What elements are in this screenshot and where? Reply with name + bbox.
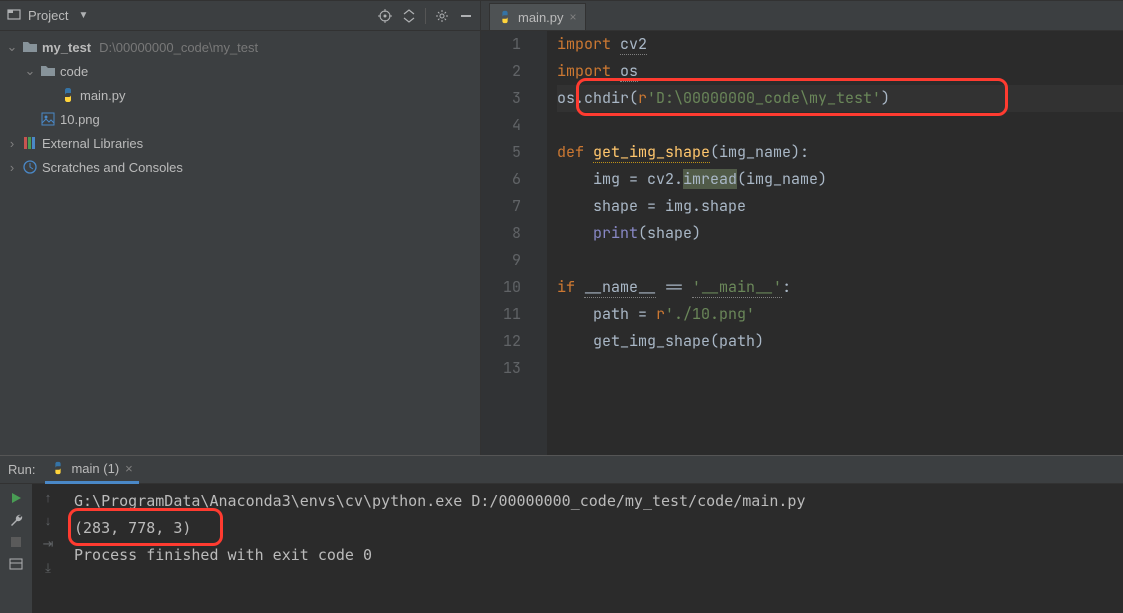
chevron-down-icon: ⌄: [24, 63, 36, 79]
arrow-down-icon[interactable]: ↓: [45, 513, 52, 528]
tab-label: main.py: [518, 10, 564, 25]
wrench-icon[interactable]: [8, 512, 24, 528]
python-file-icon: [51, 461, 65, 475]
tree-scratches[interactable]: › Scratches and Consoles: [0, 155, 480, 179]
rerun-icon[interactable]: [8, 490, 24, 506]
image-file-icon: [40, 111, 56, 127]
project-tree[interactable]: ⌄ my_test D:\00000000_code\my_test ⌄ cod…: [0, 31, 480, 455]
run-nav-column: ↑ ↓ ⇥ ⤓: [32, 484, 64, 613]
hide-icon[interactable]: [458, 8, 474, 24]
tree-root-path: D:\00000000_code\my_test: [99, 40, 258, 55]
project-header: Project ▼: [0, 1, 480, 31]
tree-root-label: my_test: [42, 40, 91, 55]
tree-root[interactable]: ⌄ my_test D:\00000000_code\my_test: [0, 35, 480, 59]
console-line: G:\ProgramData\Anaconda3\envs\cv\python.…: [74, 488, 1113, 515]
folder-icon: [22, 39, 38, 55]
chevron-down-icon: ▼: [78, 10, 88, 21]
arrow-up-icon[interactable]: ↑: [45, 490, 52, 505]
console-output[interactable]: G:\ProgramData\Anaconda3\envs\cv\python.…: [64, 484, 1123, 613]
folder-label: code: [60, 64, 88, 79]
close-icon[interactable]: ×: [570, 10, 577, 24]
file-label: main.py: [80, 88, 126, 103]
code-editor[interactable]: 1 2 3 4 5 6 7 8 9 10 11 12 13 import cv2…: [481, 31, 1123, 455]
run-tab[interactable]: main (1) ×: [45, 456, 138, 484]
chevron-right-icon: ›: [6, 160, 18, 175]
soft-wrap-icon[interactable]: ⇥: [43, 536, 54, 552]
tree-file-png[interactable]: 10.png: [0, 107, 480, 131]
run-title: Run:: [8, 462, 35, 477]
project-title-dropdown[interactable]: Project ▼: [6, 6, 377, 25]
line-gutter: 1 2 3 4 5 6 7 8 9 10 11 12 13: [481, 31, 531, 455]
run-tool-window: Run: main (1) × ↑ ↓ ⇥ ⤓ G:\ProgramData\A…: [0, 455, 1123, 613]
editor-tab-bar: main.py ×: [481, 1, 1123, 31]
file-label: 10.png: [60, 112, 100, 127]
tree-external-libraries[interactable]: › External Libraries: [0, 131, 480, 155]
run-tab-label: main (1): [71, 461, 119, 476]
scratches-label: Scratches and Consoles: [42, 160, 183, 175]
python-file-icon: [60, 87, 76, 103]
code-content[interactable]: import cv2 import os os.chdir(r'D:\00000…: [547, 31, 1123, 455]
tree-folder-code[interactable]: ⌄ code: [0, 59, 480, 83]
gear-icon[interactable]: [434, 8, 450, 24]
ext-libs-label: External Libraries: [42, 136, 143, 151]
console-line: Process finished with exit code 0: [74, 542, 1113, 569]
scratches-icon: [22, 159, 38, 175]
run-toolbar: [0, 484, 32, 613]
run-header: Run: main (1) ×: [0, 456, 1123, 484]
folder-icon: [40, 63, 56, 79]
separator: [425, 8, 426, 24]
project-label: Project: [28, 8, 68, 23]
project-tool-window: Project ▼ ⌄ my_test D:\00000000_code\my_…: [0, 1, 481, 455]
project-icon: [6, 6, 22, 25]
editor-area: main.py × 1 2 3 4 5 6 7 8 9 10 11 12 13: [481, 1, 1123, 455]
tree-file-main[interactable]: main.py: [0, 83, 480, 107]
close-icon[interactable]: ×: [125, 461, 133, 476]
console-line: (283, 778, 3): [74, 515, 1113, 542]
editor-tab-main[interactable]: main.py ×: [489, 3, 586, 30]
stop-icon[interactable]: [8, 534, 24, 550]
python-file-icon: [498, 10, 512, 24]
scroll-to-end-icon[interactable]: ⤓: [45, 560, 51, 576]
fold-strip: [531, 31, 547, 455]
libraries-icon: [22, 135, 38, 151]
layout-icon[interactable]: [8, 556, 24, 572]
expand-all-icon[interactable]: [401, 8, 417, 24]
chevron-down-icon: ⌄: [6, 39, 18, 55]
chevron-right-icon: ›: [6, 136, 18, 151]
locate-icon[interactable]: [377, 8, 393, 24]
